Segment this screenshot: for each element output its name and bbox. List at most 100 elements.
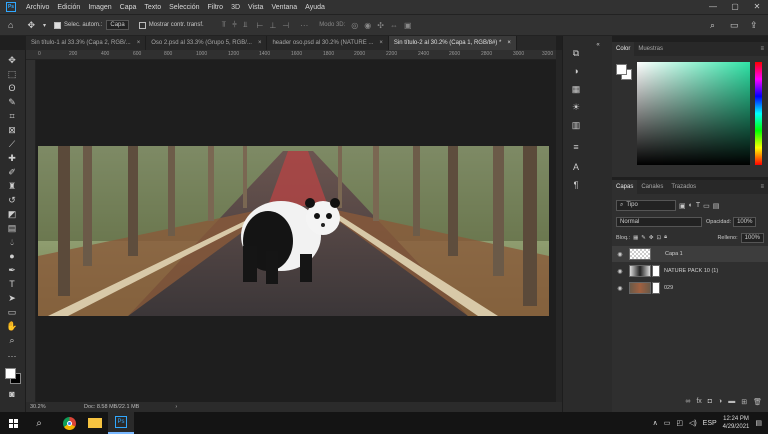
new-adjustment-icon[interactable]: ◑	[718, 398, 722, 410]
hue-slider[interactable]	[755, 62, 762, 165]
windows-start-icon[interactable]	[0, 412, 26, 434]
document-image[interactable]	[38, 146, 549, 316]
visibility-eye-icon[interactable]: ◉	[615, 268, 625, 275]
align-top-icon[interactable]: ⫪	[222, 20, 227, 30]
crop-icon[interactable]: ⌗	[6, 110, 18, 122]
menu-edicion[interactable]: Edición	[57, 4, 80, 11]
color-field[interactable]	[637, 62, 750, 165]
filter-smart-icon[interactable]: ▤	[713, 202, 720, 210]
chrome-icon[interactable]	[56, 412, 82, 434]
brush-settings-icon[interactable]: ≡	[569, 140, 583, 154]
more-options-icon[interactable]: ···	[300, 21, 308, 30]
show-transform-checkbox[interactable]	[138, 21, 146, 29]
adjustments-panel-icon[interactable]: ◑	[569, 64, 583, 78]
close-icon[interactable]: ×	[507, 36, 511, 50]
chevron-down-icon[interactable]: ▾	[43, 22, 46, 29]
quick-mask-icon[interactable]: ◙	[6, 388, 18, 400]
menu-archivo[interactable]: Archivo	[26, 4, 49, 11]
scale-3d-icon[interactable]: ▣	[404, 21, 412, 30]
auto-select-checkbox[interactable]	[54, 21, 61, 29]
filter-type-icon[interactable]: T	[696, 202, 700, 209]
pan-3d-icon[interactable]: ✣	[377, 21, 384, 30]
move-icon[interactable]: ✥	[6, 54, 18, 66]
dodge-icon[interactable]: ●	[6, 250, 18, 262]
layer-name[interactable]: Capa 1	[665, 251, 683, 257]
network-icon[interactable]: ◰	[676, 419, 683, 427]
tab-header-oso[interactable]: header oso.psd al 30.2% (NATURE ... ×	[267, 36, 389, 50]
orbit-3d-icon[interactable]: ◎	[351, 21, 358, 30]
healing-brush-icon[interactable]: ✚	[6, 152, 18, 164]
filter-adjustment-icon[interactable]: ◐	[689, 202, 693, 209]
blend-mode-dropdown[interactable]: Normal	[616, 216, 702, 227]
color-fg-swatch[interactable]	[616, 64, 627, 75]
file-explorer-icon[interactable]	[82, 412, 108, 434]
tab-sin-titulo-1[interactable]: Sin título-1 al 33.3% (Capa 2, RGB/... ×	[26, 36, 147, 50]
home-icon[interactable]: ⌂	[8, 20, 13, 30]
menu-ayuda[interactable]: Ayuda	[305, 4, 325, 11]
close-icon[interactable]: ×	[379, 36, 383, 50]
tab-oso-2[interactable]: Oso 2.psd al 33.3% (Grupo 5, RGB/... ×	[146, 36, 268, 50]
filter-pixel-icon[interactable]: ▣	[679, 202, 686, 210]
volume-icon[interactable]: ◁)	[689, 419, 697, 427]
lock-transparent-icon[interactable]: ▦	[633, 235, 638, 241]
lasso-icon[interactable]: ʘ	[6, 82, 18, 94]
lock-artboard-icon[interactable]: ⊡	[657, 235, 662, 241]
lock-all-icon[interactable]: 🔒︎	[664, 234, 667, 241]
menu-3d[interactable]: 3D	[231, 4, 240, 11]
path-select-icon[interactable]: ➤	[6, 292, 18, 304]
workspace-icon[interactable]: ▭	[730, 20, 739, 31]
opacity-field[interactable]: 100%	[733, 216, 757, 227]
search-icon[interactable]: ⌕	[710, 20, 715, 31]
menu-seleccion[interactable]: Selección	[169, 4, 199, 11]
notifications-icon[interactable]: ▤	[755, 419, 762, 427]
close-icon[interactable]: ×	[137, 36, 141, 50]
styles-panel-icon[interactable]: ▥	[569, 118, 583, 132]
tab-trazados[interactable]: Trazados	[667, 180, 700, 194]
layer-filter-dropdown[interactable]: ⌕ Tipo	[616, 200, 676, 211]
hand-icon[interactable]: ✋	[6, 320, 18, 332]
chevron-up-icon[interactable]: ∧	[653, 419, 658, 427]
add-mask-icon[interactable]: ◘	[708, 398, 712, 410]
blur-icon[interactable]: 💧︎	[6, 236, 18, 248]
layer-style-icon[interactable]: fx	[696, 398, 701, 410]
layer-row[interactable]: ◉ 029	[612, 280, 768, 296]
align-center-icon[interactable]: ⊥	[269, 21, 276, 30]
quick-select-icon[interactable]: ✎	[6, 96, 18, 108]
close-icon[interactable]: ×	[258, 36, 262, 50]
share-icon[interactable]: ⇪	[750, 20, 758, 31]
character-panel-icon[interactable]: A	[569, 160, 583, 174]
clock[interactable]: 12:24 PM 4/29/2021	[723, 415, 750, 431]
history-panel-icon[interactable]: ⧉	[569, 46, 583, 60]
battery-icon[interactable]: ▭	[664, 419, 671, 427]
layer-row[interactable]: ◉ Capa 1	[612, 246, 768, 262]
more-tools-icon[interactable]: ···	[6, 350, 18, 362]
menu-vista[interactable]: Vista	[248, 4, 263, 11]
menu-ventana[interactable]: Ventana	[271, 4, 297, 11]
close-button[interactable]: ✕	[746, 0, 768, 14]
tab-muestras[interactable]: Muestras	[634, 42, 667, 56]
link-layers-icon[interactable]: ∞	[685, 398, 690, 410]
layer-name[interactable]: NATURE PACK 10 (1)	[664, 268, 718, 274]
layer-mask-thumbnail[interactable]	[652, 265, 660, 277]
zoom-icon[interactable]: ⌕	[6, 334, 18, 346]
frame-icon[interactable]: ⊠	[6, 124, 18, 136]
collapse-dock-icon[interactable]: «	[591, 38, 605, 52]
tab-capas[interactable]: Capas	[612, 180, 638, 194]
foreground-color-swatch[interactable]	[5, 368, 16, 379]
marquee-icon[interactable]: ⬚	[6, 68, 18, 80]
search-icon[interactable]: ⌕	[26, 412, 52, 434]
eraser-icon[interactable]: ◩	[6, 208, 18, 220]
new-group-icon[interactable]: ▬	[728, 398, 735, 410]
filter-shape-icon[interactable]: ▭	[703, 202, 710, 210]
align-left-icon[interactable]: ⊢	[256, 21, 263, 30]
history-brush-icon[interactable]: ↺	[6, 194, 18, 206]
lock-position-icon[interactable]: ✥	[649, 235, 654, 241]
align-middle-icon[interactable]: ⫩	[232, 20, 237, 30]
tab-sin-titulo-2[interactable]: Sin título-2 al 30.2% (Capa 1, RGB/8#) *…	[388, 36, 517, 50]
photoshop-taskbar-icon[interactable]: Ps	[108, 412, 134, 434]
panel-menu-icon[interactable]: ≡	[756, 42, 768, 56]
layer-name[interactable]: 029	[664, 285, 673, 291]
align-right-icon[interactable]: ⊣	[282, 21, 289, 30]
menu-filtro[interactable]: Filtro	[208, 4, 224, 11]
shape-icon[interactable]: ▭	[6, 306, 18, 318]
